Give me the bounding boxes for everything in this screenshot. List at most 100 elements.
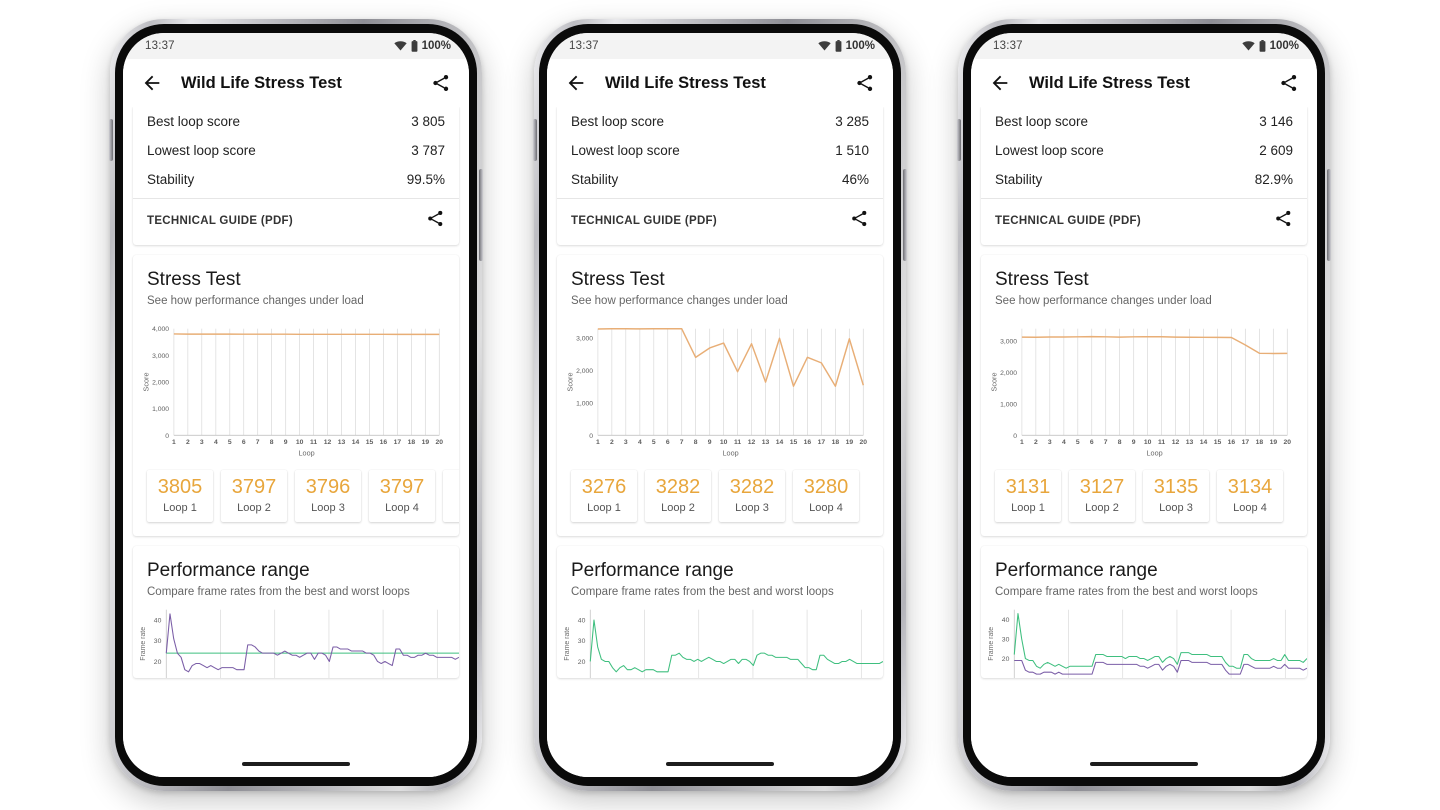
loop-score-card[interactable]: 3276 Loop 1 xyxy=(571,470,637,523)
home-indicator[interactable] xyxy=(242,762,350,766)
loop-score-card[interactable]: 3134 Loop 4 xyxy=(1217,470,1283,523)
share-button[interactable] xyxy=(853,71,877,95)
loop-scores-list[interactable]: 3131 Loop 1 3127 Loop 2 3135 Loop 3 3134… xyxy=(981,464,1307,536)
volume-button[interactable] xyxy=(109,119,113,161)
back-button[interactable] xyxy=(563,70,589,96)
battery-icon xyxy=(835,40,841,52)
loop-score-label: Loop 4 xyxy=(385,502,419,515)
performance-range-title: Performance range xyxy=(147,560,310,582)
svg-text:15: 15 xyxy=(366,439,374,446)
svg-text:12: 12 xyxy=(748,439,756,446)
best-loop-score-value: 3 805 xyxy=(411,114,445,129)
loop-score-card[interactable]: 3796 Loop 3 xyxy=(295,470,361,523)
loop-scores-list[interactable]: 3276 Loop 1 3282 Loop 2 3282 Loop 3 3280… xyxy=(557,464,883,536)
technical-guide-share-button[interactable] xyxy=(1274,209,1293,233)
loop-score-value: 3805 xyxy=(157,476,203,499)
loop-score-card[interactable]: 3131 Loop 1 xyxy=(995,470,1061,523)
svg-text:7: 7 xyxy=(680,439,684,446)
loop-score-label: Loop 2 xyxy=(237,502,271,515)
status-bar-time: 13:37 xyxy=(993,40,1023,52)
performance-range-chart-container: 20 30 40 Frame rate xyxy=(981,598,1307,679)
home-indicator[interactable] xyxy=(1090,762,1198,766)
svg-text:6: 6 xyxy=(1090,439,1094,446)
svg-text:7: 7 xyxy=(1104,439,1108,446)
loop-score-card[interactable]: 3280 Loop 4 xyxy=(793,470,859,523)
status-bar-time: 13:37 xyxy=(569,40,599,52)
loop-score-value: 3797 xyxy=(379,476,425,499)
row-best-loop-score: Best loop score 3 805 xyxy=(133,107,459,136)
volume-button[interactable] xyxy=(957,119,961,161)
phone-bezel: 13:37 100% Wild Life Stress Test Best lo… xyxy=(539,24,901,786)
loop-scores-list[interactable]: 3805 Loop 1 3797 Loop 2 3796 Loop 3 3797… xyxy=(133,464,459,536)
lowest-loop-score-value: 1 510 xyxy=(835,143,869,158)
svg-text:20: 20 xyxy=(154,659,162,666)
lowest-loop-score-value: 2 609 xyxy=(1259,143,1293,158)
loop-score-card[interactable]: 3127 Loop 2 xyxy=(1069,470,1135,523)
svg-text:Loop: Loop xyxy=(723,449,739,458)
summary-card: Best loop score 3 285 Lowest loop score … xyxy=(557,107,883,245)
power-button[interactable] xyxy=(903,169,907,261)
volume-button[interactable] xyxy=(533,119,537,161)
scroll-content[interactable]: Best loop score 3 146 Lowest loop score … xyxy=(971,107,1317,751)
back-button[interactable] xyxy=(987,70,1013,96)
technical-guide-row[interactable]: TECHNICAL GUIDE (PDF) xyxy=(133,199,459,245)
row-stability: Stability 99.5% xyxy=(133,165,459,194)
loop-score-value: 3797 xyxy=(231,476,277,499)
svg-text:1,000: 1,000 xyxy=(1000,401,1017,408)
svg-text:10: 10 xyxy=(296,439,304,446)
wifi-icon xyxy=(1241,41,1255,51)
svg-text:1,000: 1,000 xyxy=(152,406,169,413)
power-button[interactable] xyxy=(1327,169,1331,261)
back-button[interactable] xyxy=(139,70,165,96)
svg-text:Frame rate: Frame rate xyxy=(563,627,571,661)
svg-text:9: 9 xyxy=(1132,439,1136,446)
svg-text:9: 9 xyxy=(708,439,712,446)
battery-icon xyxy=(1259,40,1265,52)
svg-text:19: 19 xyxy=(846,439,854,446)
phone-bezel: 13:37 100% Wild Life Stress Test Best lo… xyxy=(963,24,1325,786)
svg-text:3,000: 3,000 xyxy=(152,353,169,360)
loop-score-card[interactable]: 3282 Loop 3 xyxy=(719,470,785,523)
loop-score-card[interactable]: 3 xyxy=(443,470,459,523)
loop-score-card[interactable]: 3282 Loop 2 xyxy=(645,470,711,523)
svg-text:0: 0 xyxy=(589,433,593,440)
svg-text:0: 0 xyxy=(165,433,169,440)
technical-guide-row[interactable]: TECHNICAL GUIDE (PDF) xyxy=(981,199,1307,245)
loop-score-card[interactable]: 3805 Loop 1 xyxy=(147,470,213,523)
row-lowest-loop-score: Lowest loop score 2 609 xyxy=(981,136,1307,165)
power-button[interactable] xyxy=(479,169,483,261)
svg-text:2,000: 2,000 xyxy=(576,368,593,375)
technical-guide-row[interactable]: TECHNICAL GUIDE (PDF) xyxy=(557,199,883,245)
technical-guide-share-button[interactable] xyxy=(850,209,869,233)
home-indicator[interactable] xyxy=(666,762,774,766)
loop-score-label: Loop 3 xyxy=(1159,502,1193,515)
scroll-content[interactable]: Best loop score 3 285 Lowest loop score … xyxy=(547,107,893,751)
stress-test-chart: 01,0002,0003,0004,0001 2 3 4 5 6 7 8 9 10 11 12 13 14… xyxy=(142,326,444,457)
svg-text:15: 15 xyxy=(790,439,798,446)
svg-text:17: 17 xyxy=(818,439,826,446)
battery-icon xyxy=(411,40,417,52)
scroll-content[interactable]: Best loop score 3 805 Lowest loop score … xyxy=(123,107,469,751)
status-bar: 13:37 100% xyxy=(971,33,1317,59)
performance-range-chart-container: 20 30 40 Frame rate xyxy=(133,598,459,679)
svg-text:Frame rate: Frame rate xyxy=(987,627,995,661)
svg-text:Score: Score xyxy=(990,372,999,391)
technical-guide-share-button[interactable] xyxy=(426,209,445,233)
best-loop-score-label: Best loop score xyxy=(995,114,1089,129)
row-best-loop-score: Best loop score 3 285 xyxy=(557,107,883,136)
loop-score-card[interactable]: 3797 Loop 4 xyxy=(369,470,435,523)
loop-score-card[interactable]: 3135 Loop 3 xyxy=(1143,470,1209,523)
loop-score-label: Loop 2 xyxy=(661,502,695,515)
svg-text:Loop: Loop xyxy=(1147,449,1163,458)
loop-score-card[interactable]: 3797 Loop 2 xyxy=(221,470,287,523)
svg-text:1,000: 1,000 xyxy=(576,400,593,407)
status-bar-indicators: 100% xyxy=(1241,40,1299,52)
share-button[interactable] xyxy=(1277,71,1301,95)
share-button[interactable] xyxy=(429,71,453,95)
lowest-loop-score-label: Lowest loop score xyxy=(571,143,680,158)
svg-text:13: 13 xyxy=(338,439,346,446)
svg-text:8: 8 xyxy=(270,439,274,446)
performance-range-chart: 20 30 40 Frame rate xyxy=(987,610,1307,679)
status-bar: 13:37 100% xyxy=(123,33,469,59)
svg-text:19: 19 xyxy=(422,439,430,446)
